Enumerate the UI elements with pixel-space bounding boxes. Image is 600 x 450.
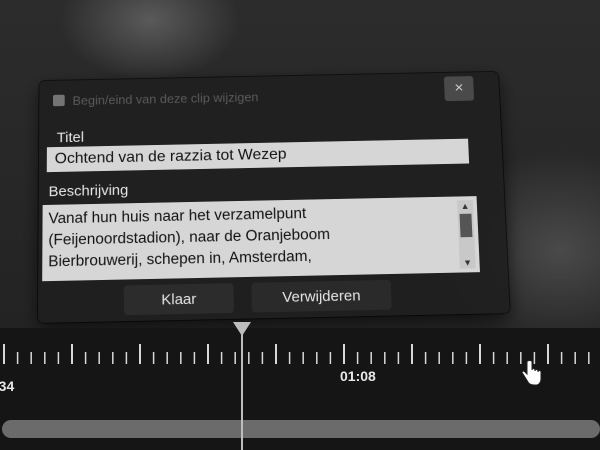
description-label: Beschrijving bbox=[48, 182, 129, 201]
delete-button[interactable]: Verwijderen bbox=[251, 279, 392, 313]
playhead-handle[interactable] bbox=[233, 322, 251, 336]
playhead-line[interactable] bbox=[241, 322, 243, 450]
description-field[interactable]: Vanaf hun huis naar het verzamelpunt (Fe… bbox=[42, 196, 480, 282]
hand-cursor-icon bbox=[521, 360, 542, 386]
dialog-header: Begin/eind van deze clip wijzigen bbox=[52, 82, 443, 111]
description-scrollbar[interactable]: ▲ ▼ bbox=[456, 200, 476, 269]
done-button[interactable]: Klaar bbox=[123, 283, 234, 316]
scroll-down-icon[interactable]: ▼ bbox=[459, 257, 475, 269]
clip-edit-dialog: Begin/eind van deze clip wijzigen × Tite… bbox=[37, 71, 510, 323]
video-editor-screen: Begin/eind van deze clip wijzigen × Tite… bbox=[0, 0, 600, 450]
scroll-up-icon[interactable]: ▲ bbox=[457, 200, 473, 212]
scroll-thumb[interactable] bbox=[459, 213, 473, 238]
close-button[interactable]: × bbox=[443, 76, 475, 102]
timeline-ruler bbox=[3, 344, 590, 364]
clip-checkbox[interactable] bbox=[52, 94, 65, 107]
timeline-scrub-track[interactable] bbox=[2, 420, 600, 438]
timecode-left: :34 bbox=[0, 378, 15, 394]
title-field[interactable]: Ochtend van de razzia tot Wezep bbox=[46, 138, 470, 173]
timecode-mid: 01:08 bbox=[340, 368, 376, 384]
title-label: Titel bbox=[56, 129, 84, 147]
dialog-header-text: Begin/eind van deze clip wijzigen bbox=[72, 89, 259, 108]
description-text: Vanaf hun huis naar het verzamelpunt (Fe… bbox=[48, 200, 456, 273]
timeline[interactable]: :34 01:08 bbox=[0, 322, 600, 450]
close-icon: × bbox=[454, 80, 464, 97]
